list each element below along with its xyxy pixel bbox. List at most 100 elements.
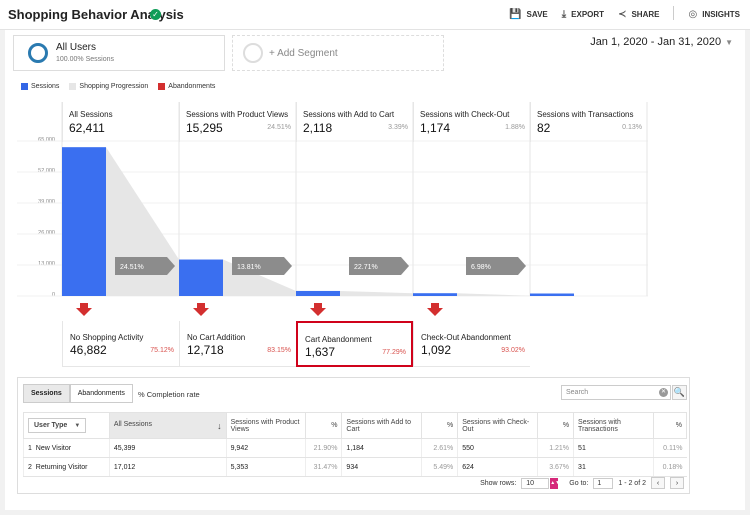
add-segment-label: + Add Segment [269, 48, 338, 59]
cell: 624 [457, 457, 538, 477]
cell: 934 [341, 457, 422, 477]
col-header[interactable]: Sessions with Product Views [225, 412, 307, 439]
bar [62, 147, 106, 296]
cell-pct: 5.49% [421, 457, 458, 477]
col-header[interactable]: % [652, 412, 688, 439]
abandon-pct: 75.12% [150, 347, 174, 354]
abandon-pct: 93.02% [501, 347, 525, 354]
stage-label: Sessions with Add to Cart [303, 110, 395, 119]
abandon-arrow-icon [76, 303, 92, 316]
search-input[interactable]: Search [561, 385, 671, 400]
y-tick-label: 13,000 [38, 261, 55, 267]
progression-tag [349, 257, 409, 275]
y-tick-label: 39,000 [38, 199, 55, 205]
stage-label: Sessions with Check-Out [420, 110, 510, 119]
progression-tag-label: 6.98% [471, 264, 491, 271]
cell-pct: 0.11% [652, 438, 687, 458]
y-tick-label: 65,000 [38, 137, 55, 143]
row-dimension[interactable]: 1 New Visitor [23, 438, 110, 458]
stage-value: 82 [537, 121, 551, 135]
segment-subtitle: 100.00% Sessions [56, 56, 114, 63]
table-tabs: Sessions Abandonments [23, 384, 133, 403]
segment-all-users[interactable]: All Users 100.00% Sessions [13, 35, 225, 71]
date-range-picker[interactable]: Jan 1, 2020 - Jan 31, 2020 ▼ [590, 36, 733, 48]
abandon-arrow-icon [427, 303, 443, 316]
bar [530, 293, 574, 296]
col-header[interactable]: % [537, 412, 575, 439]
insights-icon: ◎ [688, 8, 698, 20]
funnel-chart: 24.51% 13.81% 22.71% 6.98% [17, 102, 648, 316]
share-label: SHARE [631, 9, 660, 19]
stage-value: 15,295 [186, 121, 223, 135]
row-dimension[interactable]: 2 Returning Visitor [23, 457, 110, 477]
cell: 9,942 [225, 438, 306, 458]
table-row: 1 New Visitor 45,399 9,942 21.90% 1,184 … [23, 438, 687, 458]
chevron-down-icon: ▼ [74, 423, 81, 429]
data-table-panel: Sessions Abandonments % Completion rate … [17, 377, 690, 494]
abandon-label: Check-Out Abandonment [421, 333, 511, 342]
table-header-row: User Type ▼ All Sessions ↓ Sessions with P… [23, 412, 688, 439]
save-icon: 💾 [509, 8, 522, 20]
progression-tag [466, 257, 526, 275]
stage-check-out[interactable]: Sessions with Check-Out 1,174 1.88% [413, 102, 530, 142]
show-rows-select[interactable]: 10 ▲▼ [521, 477, 560, 489]
col-header[interactable]: Sessions with Add to Cart [341, 412, 423, 439]
export-button[interactable]: ⤓ EXPORT [562, 8, 604, 20]
col-header[interactable]: % [305, 412, 343, 439]
abandon-label: No Shopping Activity [70, 333, 144, 342]
abandon-check-out[interactable]: Check-Out Abandonment 1,092 93.02% [413, 321, 530, 367]
prev-page-button[interactable]: ‹ [651, 477, 665, 489]
legend-label: Shopping Progression [79, 83, 149, 90]
stage-value: 2,118 [303, 121, 333, 135]
search-button[interactable]: 🔍 [672, 385, 687, 400]
range-text: 1 - 2 of 2 [618, 479, 646, 487]
cell-pct: 0.18% [652, 457, 687, 477]
legend-label: Abandonments [168, 83, 216, 90]
download-icon: ⤓ [561, 8, 567, 20]
search-icon: 🔍 [673, 387, 686, 397]
tab-sessions[interactable]: Sessions [23, 384, 70, 403]
col-header[interactable]: % [421, 412, 459, 439]
segment-ring-icon [28, 43, 48, 63]
legend-swatch [69, 83, 77, 90]
abandon-no-cart[interactable]: No Cart Addition 12,718 83.15% [179, 321, 296, 367]
abandon-no-shopping[interactable]: No Shopping Activity 46,882 75.12% [62, 321, 179, 367]
next-page-button[interactable]: › [670, 477, 684, 489]
stage-transactions[interactable]: Sessions with Transactions 82 0.13% [530, 102, 647, 142]
add-segment-button[interactable]: + Add Segment [232, 35, 444, 71]
data-table: User Type ▼ All Sessions ↓ Sessions with P… [23, 412, 688, 477]
cell: 1,184 [341, 438, 422, 458]
progression-shade [223, 259, 296, 296]
save-button[interactable]: 💾 SAVE [509, 8, 548, 20]
completion-rate-link[interactable]: % Completion rate [138, 390, 200, 399]
tab-abandonments[interactable]: Abandonments [69, 384, 133, 403]
legend-item-sessions: Sessions [21, 83, 59, 90]
share-button[interactable]: ≺ SHARE [618, 8, 659, 20]
stage-pct: 3.39% [388, 124, 408, 131]
bar [179, 259, 223, 296]
col-header[interactable]: Sessions with Check-Out [457, 412, 539, 439]
dimension-dropdown[interactable]: User Type ▼ [28, 418, 87, 433]
clear-icon[interactable]: ✕ [659, 388, 668, 397]
col-header[interactable]: Sessions with Transactions [573, 412, 654, 439]
legend-item-progression: Shopping Progression [69, 83, 148, 90]
abandon-pct: 83.15% [267, 347, 291, 354]
insights-button[interactable]: ◎ INSIGHTS [688, 8, 740, 20]
cell: 31 [573, 457, 654, 477]
select-arrow-icon: ▲▼ [550, 477, 560, 489]
cell-pct: 31.47% [305, 457, 342, 477]
stage-value: 1,174 [420, 121, 451, 135]
legend-swatch [158, 83, 166, 90]
legend-label: Sessions [31, 83, 60, 90]
chevron-left-icon: ‹ [656, 480, 660, 487]
stage-product-views[interactable]: Sessions with Product Views 15,295 24.51… [179, 102, 296, 142]
goto-input[interactable]: 1 [593, 477, 614, 489]
bar [296, 290, 340, 296]
pagination: Show rows: 10 ▲▼ Go to: 1 1 - 2 of 2 ‹ › [480, 477, 684, 489]
stage-all-sessions[interactable]: All Sessions 62,411 [62, 102, 179, 142]
col-header-all-sessions[interactable]: All Sessions ↓ [108, 412, 227, 439]
abandon-cart[interactable]: Cart Abandonment 1,637 77.29% [296, 321, 413, 367]
stage-add-to-cart[interactable]: Sessions with Add to Cart 2,118 3.39% [296, 102, 413, 142]
cell-pct: 3.67% [537, 457, 574, 477]
empty-segment-ring-icon [243, 43, 263, 63]
